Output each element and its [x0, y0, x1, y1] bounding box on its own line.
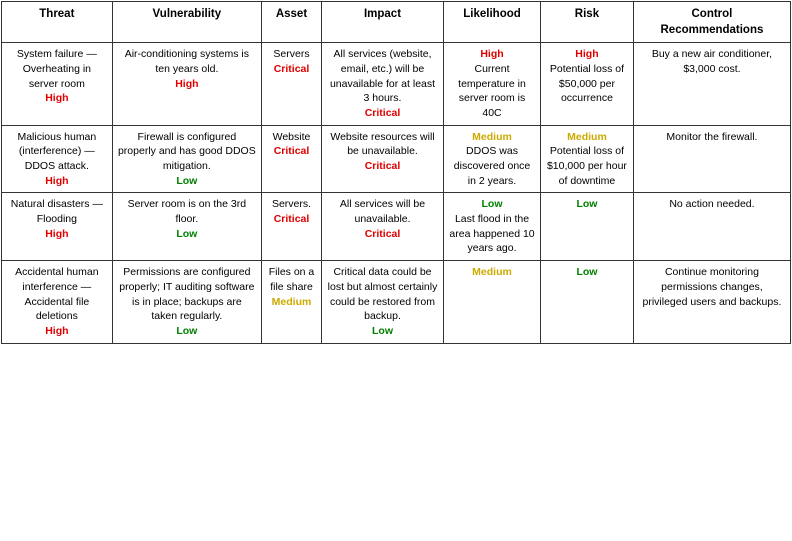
control-cell: Buy a new air conditioner, $3,000 cost.: [633, 43, 790, 125]
threat-cell: Natural disasters — FloodingHigh: [2, 193, 113, 261]
threat-cell: Accidental human interference — Accident…: [2, 261, 113, 343]
table-row: Natural disasters — FloodingHighServer r…: [2, 193, 791, 261]
asset-cell: ServersCritical: [262, 43, 322, 125]
vulnerability-cell: Server room is on the 3rd floor.Low: [112, 193, 261, 261]
table-row: Accidental human interference — Accident…: [2, 261, 791, 343]
asset-cell: Files on a file shareMedium: [262, 261, 322, 343]
risk-cell: MediumPotential loss of $10,000 per hour…: [541, 125, 634, 193]
threat-cell: Malicious human (interference) — DDOS at…: [2, 125, 113, 193]
control-cell: No action needed.: [633, 193, 790, 261]
impact-cell: All services (website, email, etc.) will…: [322, 43, 444, 125]
column-header: Asset: [262, 2, 322, 43]
asset-cell: WebsiteCritical: [262, 125, 322, 193]
risk-cell: Low: [541, 261, 634, 343]
likelihood-cell: MediumDDOS was discovered once in 2 year…: [444, 125, 541, 193]
table-row: Malicious human (interference) — DDOS at…: [2, 125, 791, 193]
control-cell: Monitor the firewall.: [633, 125, 790, 193]
column-header: Vulnerability: [112, 2, 261, 43]
vulnerability-cell: Firewall is configured properly and has …: [112, 125, 261, 193]
column-header: Likelihood: [444, 2, 541, 43]
impact-cell: Critical data could be lost but almost c…: [322, 261, 444, 343]
column-header: Threat: [2, 2, 113, 43]
asset-cell: Servers.Critical: [262, 193, 322, 261]
table-body: System failure — Overheating in server r…: [2, 43, 791, 343]
header-row: ThreatVulnerabilityAssetImpactLikelihood…: [2, 2, 791, 43]
risk-table: ThreatVulnerabilityAssetImpactLikelihood…: [1, 1, 791, 344]
column-header: ControlRecommendations: [633, 2, 790, 43]
table-row: System failure — Overheating in server r…: [2, 43, 791, 125]
vulnerability-cell: Permissions are configured properly; IT …: [112, 261, 261, 343]
impact-cell: Website resources will be unavailable.Cr…: [322, 125, 444, 193]
column-header: Risk: [541, 2, 634, 43]
control-cell: Continue monitoring permissions changes,…: [633, 261, 790, 343]
likelihood-cell: Medium: [444, 261, 541, 343]
likelihood-cell: HighCurrent temperature in server room i…: [444, 43, 541, 125]
risk-cell: Low: [541, 193, 634, 261]
risk-cell: HighPotential loss of $50,000 per occurr…: [541, 43, 634, 125]
impact-cell: All services will be unavailable.Critica…: [322, 193, 444, 261]
likelihood-cell: LowLast flood in the area happened 10 ye…: [444, 193, 541, 261]
column-header: Impact: [322, 2, 444, 43]
threat-cell: System failure — Overheating in server r…: [2, 43, 113, 125]
vulnerability-cell: Air-conditioning systems is ten years ol…: [112, 43, 261, 125]
